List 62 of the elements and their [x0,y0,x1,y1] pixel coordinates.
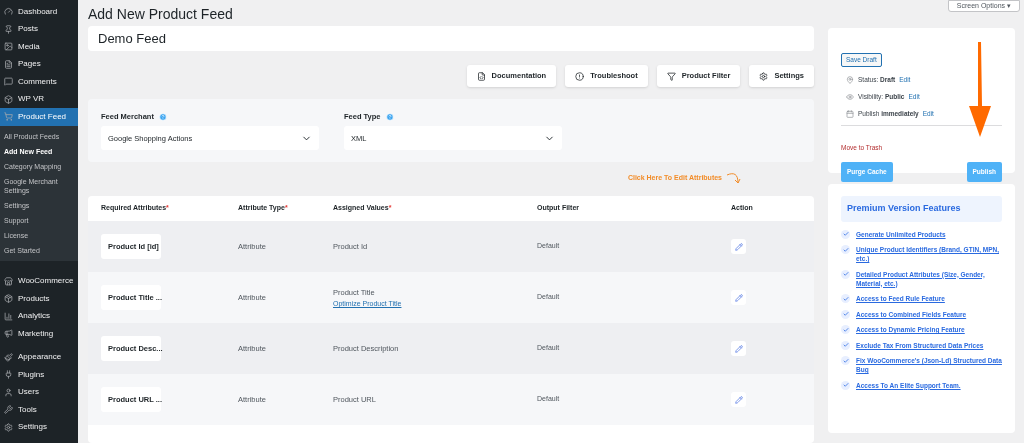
edit-button[interactable] [731,290,746,305]
page-icon [4,59,13,69]
pencil-icon [734,293,743,302]
bar-chart-icon [4,311,13,321]
box-icon [4,94,13,104]
check-icon [841,309,850,319]
filter-icon [666,71,676,81]
check-icon [841,245,850,254]
edit-button[interactable] [731,239,746,254]
gauge-icon [4,7,13,17]
sidebar-item[interactable]: Products [0,290,78,308]
check-icon [841,356,850,365]
sidebar-item[interactable]: Pages [0,55,78,73]
alert-icon [575,71,585,81]
pencil-icon [734,242,743,251]
user-icon [4,387,13,397]
pencil-icon [734,344,743,353]
check-icon [841,380,850,390]
eye-icon [846,93,854,101]
megaphone-icon [4,329,13,339]
edit-button[interactable] [731,392,746,407]
sidebar-item[interactable]: Settings [0,418,78,436]
check-icon [841,340,850,350]
curved-arrow-icon [726,171,742,185]
premium-title: Premium Version Features [841,196,1002,222]
plug-icon [4,370,13,380]
edit-button[interactable] [731,341,746,356]
feed-name-field[interactable]: Demo Feed [88,26,814,51]
sidebar-item[interactable]: Users [0,383,78,401]
cart-icon [4,112,13,122]
document-icon [476,71,486,81]
sidebar-item[interactable]: Product Feed [0,108,78,126]
calendar-icon [846,110,854,118]
sidebar-item[interactable]: Tools [0,401,78,419]
sidebar-item[interactable]: Dashboard [0,3,78,21]
pin-icon [846,76,854,84]
check-icon [841,325,850,334]
pin-icon [4,24,13,34]
check-icon [841,269,850,279]
paintbrush-icon [4,352,13,362]
package-icon [4,294,13,304]
wrench-icon [4,405,13,415]
sidebar-item[interactable]: Analytics [0,307,78,325]
help-icon [158,112,167,121]
sidebar-item[interactable]: Posts [0,20,78,38]
sidebar-item[interactable]: WP VR [0,90,78,108]
check-icon [841,294,850,303]
store-icon [4,276,13,286]
pencil-icon [734,395,743,404]
settings-icon [4,422,13,432]
sidebar-item[interactable]: Plugins [0,366,78,384]
speech-bubble-icon [4,77,13,87]
sidebar-item[interactable]: Comments [0,73,78,91]
check-icon [841,229,850,239]
help-icon [385,112,394,121]
settings-icon [759,71,769,81]
sidebar-item[interactable]: Media [0,38,78,56]
sidebar-item[interactable]: Appearance [0,348,78,366]
page-title: Add New Product Feed [88,5,233,24]
image-icon [4,42,13,52]
sidebar-item[interactable]: WooCommerce [0,272,78,290]
sidebar-item[interactable]: Marketing [0,325,78,343]
